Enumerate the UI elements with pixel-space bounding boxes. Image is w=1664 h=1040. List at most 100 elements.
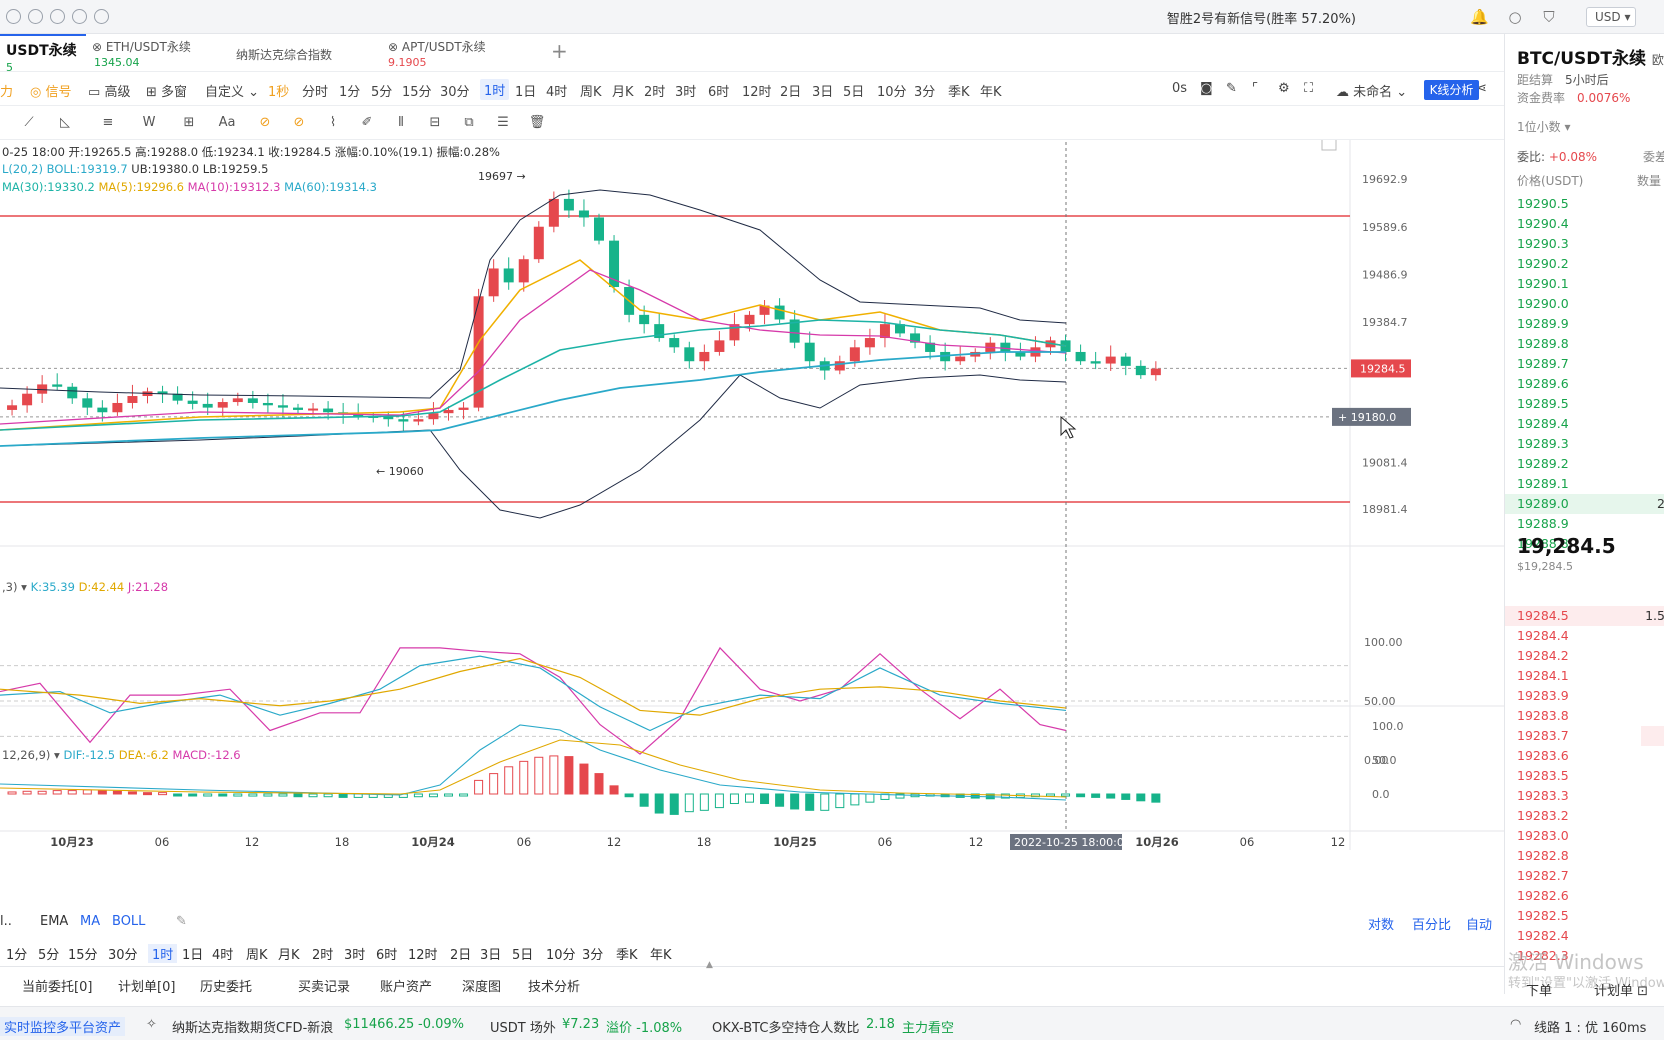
bottom-interval-6[interactable]: 4时 — [212, 944, 233, 963]
bottom-interval-15[interactable]: 5日 — [512, 944, 533, 963]
bottom-interval-7[interactable]: 周K — [246, 944, 268, 963]
ask-row[interactable]: 19288.9 — [1505, 514, 1664, 534]
indicator-menu[interactable]: l.. — [0, 914, 12, 929]
order-tab-3[interactable]: 买卖记录 — [298, 976, 350, 995]
lock-icon[interactable]: ⊟ — [426, 115, 444, 131]
interval-9[interactable]: 周K — [580, 81, 602, 100]
candles-icon[interactable]: ⫴ — [392, 115, 410, 131]
interval-6[interactable]: 1时 — [480, 79, 510, 100]
pin-icon[interactable]: ✧ — [146, 1017, 157, 1032]
interval-16[interactable]: 3日 — [812, 81, 833, 100]
ask-row[interactable]: 19290.1 — [1505, 274, 1664, 294]
ask-row[interactable]: 19289.7 — [1505, 354, 1664, 374]
ask-row[interactable]: 19289.1 — [1505, 474, 1664, 494]
scale-percent[interactable]: 百分比 — [1412, 914, 1451, 933]
bottom-interval-2[interactable]: 15分 — [68, 944, 98, 963]
camera-icon[interactable]: ◙ — [1200, 81, 1213, 96]
ask-row[interactable]: 19289.9 — [1505, 314, 1664, 334]
bid-row[interactable]: 19283.8 — [1505, 706, 1664, 726]
copy-icon[interactable]: ⧉ — [460, 115, 478, 131]
bid-row[interactable]: 19283.2 — [1505, 806, 1664, 826]
interval-4[interactable]: 15分 — [402, 81, 432, 100]
bell-icon[interactable]: 🔔 — [1470, 8, 1489, 26]
ask-row[interactable]: 19289.5 — [1505, 394, 1664, 414]
ask-row[interactable]: 19289.3 — [1505, 434, 1664, 454]
interval-15[interactable]: 2日 — [780, 81, 801, 100]
bottom-interval-17[interactable]: 3分 — [582, 944, 603, 963]
fullscreen-icon[interactable]: ⛶ — [1304, 81, 1313, 96]
monitor-link[interactable]: 实时监控多平台资产 — [0, 1017, 126, 1036]
magnet-icon[interactable]: ⊘ — [256, 115, 274, 131]
interval-20[interactable]: 季K — [948, 81, 970, 100]
bid-row[interactable]: 19284.2 — [1505, 646, 1664, 666]
bid-row[interactable]: 19283.6 — [1505, 746, 1664, 766]
toolbar-force[interactable]: 力 — [0, 81, 13, 100]
interval-13[interactable]: 6时 — [708, 81, 729, 100]
signal-notice[interactable]: 智胜2号有新信号(胜率 57.20%) — [1167, 8, 1356, 27]
ask-row[interactable]: 19290.0 — [1505, 294, 1664, 314]
order-tab-4[interactable]: 账户资产 — [380, 976, 432, 995]
interval-21[interactable]: 年K — [980, 81, 1002, 100]
bid-row[interactable]: 19283.3 — [1505, 786, 1664, 806]
ray-icon[interactable]: ◺ — [56, 115, 74, 131]
interval-7[interactable]: 1日 — [515, 81, 536, 100]
interval-11[interactable]: 2时 — [644, 81, 665, 100]
ask-row[interactable]: 19290.3 — [1505, 234, 1664, 254]
chart-canvas[interactable]: 19692.919589.619486.919384.719284.519180… — [0, 140, 1504, 906]
shirt-icon[interactable]: ⛉ — [1540, 8, 1558, 26]
pencil-icon[interactable]: ✐ — [358, 115, 376, 131]
bottom-interval-4[interactable]: 1时 — [148, 944, 178, 963]
k-analysis-button[interactable]: K线分析 — [1424, 80, 1479, 100]
tab-eth-usdt[interactable]: ⊗ ETH/USDT永续 1345.04 — [86, 34, 226, 72]
bottom-interval-8[interactable]: 月K — [278, 944, 300, 963]
order-tab-0[interactable]: 当前委托[0] — [22, 976, 92, 995]
interval-10[interactable]: 月K — [612, 81, 634, 100]
usdt-label[interactable]: USDT 场外 — [490, 1017, 556, 1036]
ask-row[interactable]: 19290.4 — [1505, 214, 1664, 234]
magnet-strong-icon[interactable]: ⊘ — [290, 115, 308, 131]
bottom-interval-11[interactable]: 6时 — [376, 944, 397, 963]
interval-12[interactable]: 3时 — [675, 81, 696, 100]
order-tab-1[interactable]: 计划单[0] — [118, 976, 175, 995]
check-icon[interactable] — [72, 9, 87, 24]
bottom-interval-13[interactable]: 2日 — [450, 944, 471, 963]
bottom-interval-9[interactable]: 2时 — [312, 944, 333, 963]
bottom-interval-14[interactable]: 3日 — [480, 944, 501, 963]
bid-row[interactable]: 19282.4 — [1505, 926, 1664, 946]
bid-row[interactable]: 19284.4 — [1505, 626, 1664, 646]
ask-row[interactable]: 19289.8 — [1505, 334, 1664, 354]
tab-nasdaq[interactable]: 纳斯达克综合指数 — [230, 34, 380, 72]
toolbar-custom[interactable]: 自定义 ⌄ — [205, 81, 259, 100]
bottom-interval-0[interactable]: 1分 — [6, 944, 27, 963]
currency-select[interactable]: USD ▾ — [1586, 7, 1636, 27]
search-icon[interactable]: ○ — [1506, 8, 1524, 26]
bid-row[interactable]: 19283.7 — [1505, 726, 1664, 746]
trash-icon[interactable]: 🗑 — [528, 115, 546, 131]
interval-8[interactable]: 4时 — [546, 81, 567, 100]
interval-0[interactable]: 1秒 — [268, 81, 289, 100]
tab-btc-usdt[interactable]: USDT永续 5 — [0, 34, 86, 74]
nasdaq-label[interactable]: 纳斯达克指数期货CFD-新浪 — [172, 1017, 333, 1036]
add-tab-button[interactable]: + — [551, 39, 568, 63]
bid-row[interactable]: 19284.5 1.5 — [1505, 606, 1664, 626]
interval-2[interactable]: 1分 — [339, 81, 360, 100]
lightning-icon[interactable] — [6, 9, 21, 24]
trendline-icon[interactable]: ⟋ — [20, 115, 38, 131]
interval-19[interactable]: 3分 — [914, 81, 935, 100]
measure-icon[interactable]: ⊞ — [180, 115, 198, 131]
collapse-icon[interactable]: ▲ — [706, 960, 713, 970]
ask-row[interactable]: 19290.2 — [1505, 254, 1664, 274]
tab-apt-usdt[interactable]: ⊗ APT/USDT永续 9.1905 — [382, 34, 522, 72]
toolbar-advanced[interactable]: ▭ 高级 — [88, 81, 130, 100]
indicator-ema[interactable]: EMA — [40, 914, 68, 929]
bid-row[interactable]: 19282.5 — [1505, 906, 1664, 926]
ask-row[interactable]: 19289.4 — [1505, 414, 1664, 434]
bid-row[interactable]: 19283.9 — [1505, 686, 1664, 706]
bottom-interval-5[interactable]: 1日 — [182, 944, 203, 963]
bottom-interval-3[interactable]: 30分 — [108, 944, 138, 963]
bid-row[interactable]: 19282.6 — [1505, 886, 1664, 906]
ask-row[interactable]: 19289.6 — [1505, 374, 1664, 394]
bid-row[interactable]: 19282.8 — [1505, 846, 1664, 866]
interval-3[interactable]: 5分 — [371, 81, 392, 100]
phone-icon[interactable] — [94, 9, 109, 24]
